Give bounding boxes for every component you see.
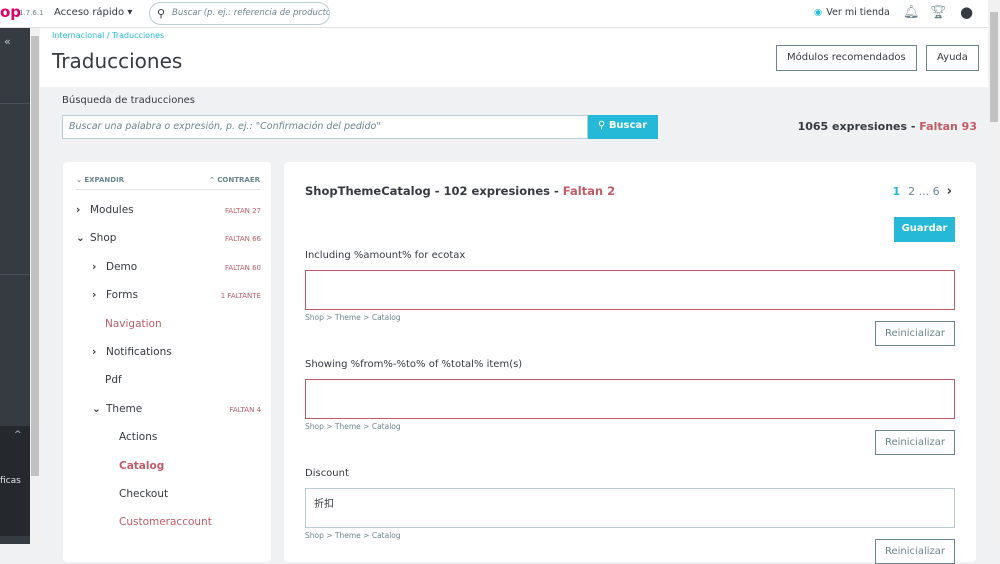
total-missing: Faltan 93 xyxy=(919,120,977,133)
logo[interactable]: op xyxy=(0,3,21,21)
reset-button[interactable]: Reinicializar xyxy=(875,539,955,564)
tree-item[interactable]: › Notifications xyxy=(92,346,172,358)
expand-label: EXPANDIR xyxy=(84,176,125,184)
translation-tree: ⌄ EXPANDIR ⌃ CONTRAER › Modules FALTAN 27 ⌄… xyxy=(63,162,271,562)
tree-item-missing-count: FALTAN 4 xyxy=(229,405,261,414)
tree-item-missing-count: FALTAN 60 xyxy=(225,263,261,272)
source-string: Discount xyxy=(305,468,349,479)
panel-title-text: ShopThemeCatalog - 102 expresiones - xyxy=(305,184,563,198)
help-button[interactable]: Ayuda xyxy=(926,45,979,71)
collapse-sidebar-button[interactable]: « xyxy=(4,35,11,48)
translation-textarea[interactable]: 折扣 xyxy=(305,488,955,528)
expand-all-button[interactable]: ⌄ EXPANDIR xyxy=(76,176,124,184)
chevron-right-icon[interactable]: › xyxy=(92,261,106,273)
search-button[interactable]: ⚲ Buscar xyxy=(588,115,658,139)
page-last[interactable]: ... 6 xyxy=(919,185,940,198)
global-search-input[interactable]: ⚲ Buscar (p. ej.: referencia de producto,… xyxy=(149,2,330,25)
reset-button[interactable]: Reinicializar xyxy=(875,321,955,346)
page-2[interactable]: 2 xyxy=(908,185,915,198)
tree-item[interactable]: Navigation xyxy=(105,318,162,330)
breadcrumb[interactable]: Internacional / Traducciones xyxy=(52,31,164,40)
tree-item[interactable]: Pdf xyxy=(105,374,122,386)
tree-item-label: Demo xyxy=(106,260,138,273)
tree-item[interactable]: Actions xyxy=(119,431,157,443)
view-store-link[interactable]: ◉ Ver mi tienda xyxy=(814,7,890,18)
chevron-right-icon[interactable]: › xyxy=(92,346,106,358)
tree-item-label: Checkout xyxy=(119,488,169,500)
search-label: Búsqueda de traducciones xyxy=(62,95,196,106)
tree-item[interactable]: ⌄ Shop xyxy=(76,232,116,244)
tree-item[interactable]: › Forms xyxy=(92,289,138,301)
tree-item[interactable]: › Demo xyxy=(92,261,137,273)
sidebar: « ^ ficas xyxy=(0,28,30,544)
chevron-right-icon[interactable]: › xyxy=(76,204,90,216)
tree-header: ⌄ EXPANDIR ⌃ CONTRAER xyxy=(76,176,260,190)
total-expressions: 1065 expresiones - Faltan 93 xyxy=(798,120,977,133)
source-string: Showing %from%-%to% of %total% item(s) xyxy=(305,359,523,370)
tree-item-label: Catalog xyxy=(119,459,165,472)
tree-item-missing-count: FALTAN 66 xyxy=(225,235,261,244)
chevron-down-icon[interactable]: ⌄ xyxy=(92,403,106,415)
panel-title: ShopThemeCatalog - 102 expresiones - Fal… xyxy=(305,184,615,198)
sidebar-item-partial[interactable]: ficas xyxy=(0,476,21,486)
page-1[interactable]: 1 xyxy=(892,185,900,198)
tree-item-missing-count: FALTAN 27 xyxy=(225,207,261,215)
tree-item-label: Theme xyxy=(106,402,143,415)
translation-domain-path: Shop > Theme > Catalog xyxy=(305,313,401,322)
eye-icon: ◉ xyxy=(814,7,823,18)
tree-item[interactable]: Catalog xyxy=(119,460,164,472)
tree-item-label: Customeraccount xyxy=(119,516,212,529)
pagination: 12 ... 6 › xyxy=(892,184,952,199)
tree-item-label: Pdf xyxy=(105,374,122,387)
bell-icon[interactable]: 🔔︎ xyxy=(903,5,920,20)
total-count: 1065 expresiones - xyxy=(797,120,920,133)
translation-textarea[interactable] xyxy=(305,270,955,310)
collapse-label: CONTRAER xyxy=(217,176,260,184)
chevron-down-icon[interactable]: ⌄ xyxy=(76,232,90,244)
divider xyxy=(0,274,30,275)
tree-item-label: Actions xyxy=(119,431,158,444)
tree-item[interactable]: ⌄ Theme xyxy=(92,403,142,415)
translation-domain-path: Shop > Theme > Catalog xyxy=(305,422,401,431)
user-icon[interactable]: ● xyxy=(960,3,973,21)
top-bar: op 1.7.6.1 Acceso rápido ▾ ⚲ Buscar (p. e… xyxy=(0,0,988,28)
search-placeholder: Buscar (p. ej.: referencia de producto, … xyxy=(172,8,330,18)
quick-access-dropdown[interactable]: Acceso rápido ▾ xyxy=(54,7,132,18)
divider xyxy=(0,103,30,104)
tree-item-label: Forms xyxy=(106,289,138,302)
search-icon: ⚲ xyxy=(157,7,166,20)
search-button-label: Buscar xyxy=(608,120,648,131)
sidebar-scrollbar-thumb[interactable] xyxy=(31,36,39,476)
tree-item[interactable]: › Modules xyxy=(76,204,134,216)
page-title: Traducciones xyxy=(52,49,183,73)
reset-button[interactable]: Reinicializar xyxy=(875,430,955,455)
tree-item-label: Notifications xyxy=(106,346,172,358)
tree-item-label: Shop xyxy=(90,232,117,245)
collapse-all-button[interactable]: ⌃ CONTRAER xyxy=(209,176,260,184)
next-page-icon[interactable]: › xyxy=(947,184,952,199)
tree-item-label: Modules xyxy=(90,204,134,216)
panel-missing: Faltan 2 xyxy=(562,184,616,198)
tree-item-label: Navigation xyxy=(105,317,162,330)
translation-search-input[interactable]: Buscar una palabra o expresión, p. ej.: … xyxy=(62,115,588,139)
chevron-right-icon[interactable]: › xyxy=(92,289,106,301)
translation-domain-path: Shop > Theme > Catalog xyxy=(305,531,401,540)
version: 1.7.6.1 xyxy=(19,9,44,17)
translation-panel: ShopThemeCatalog - 102 expresiones - Fal… xyxy=(284,162,976,564)
page-scrollbar-thumb[interactable] xyxy=(990,12,998,122)
chevron-up-icon[interactable]: ^ xyxy=(14,430,22,440)
tree-item[interactable]: Customeraccount xyxy=(119,516,212,528)
sidebar-submenu: ^ ficas xyxy=(0,426,30,536)
view-store-label: Ver mi tienda xyxy=(826,7,890,18)
tree-item[interactable]: Checkout xyxy=(119,488,168,500)
save-button[interactable]: Guardar xyxy=(894,217,955,242)
trophy-icon[interactable]: 🏆︎ xyxy=(930,5,947,20)
source-string: Including %amount% for ecotax xyxy=(305,250,466,261)
page-header: Internacional / Traducciones Traduccione… xyxy=(40,28,988,87)
translation-textarea[interactable] xyxy=(305,379,955,419)
recommended-modules-button[interactable]: Módulos recomendados xyxy=(776,45,917,71)
tree-item-missing-count: 1 FALTANTE xyxy=(220,292,261,301)
